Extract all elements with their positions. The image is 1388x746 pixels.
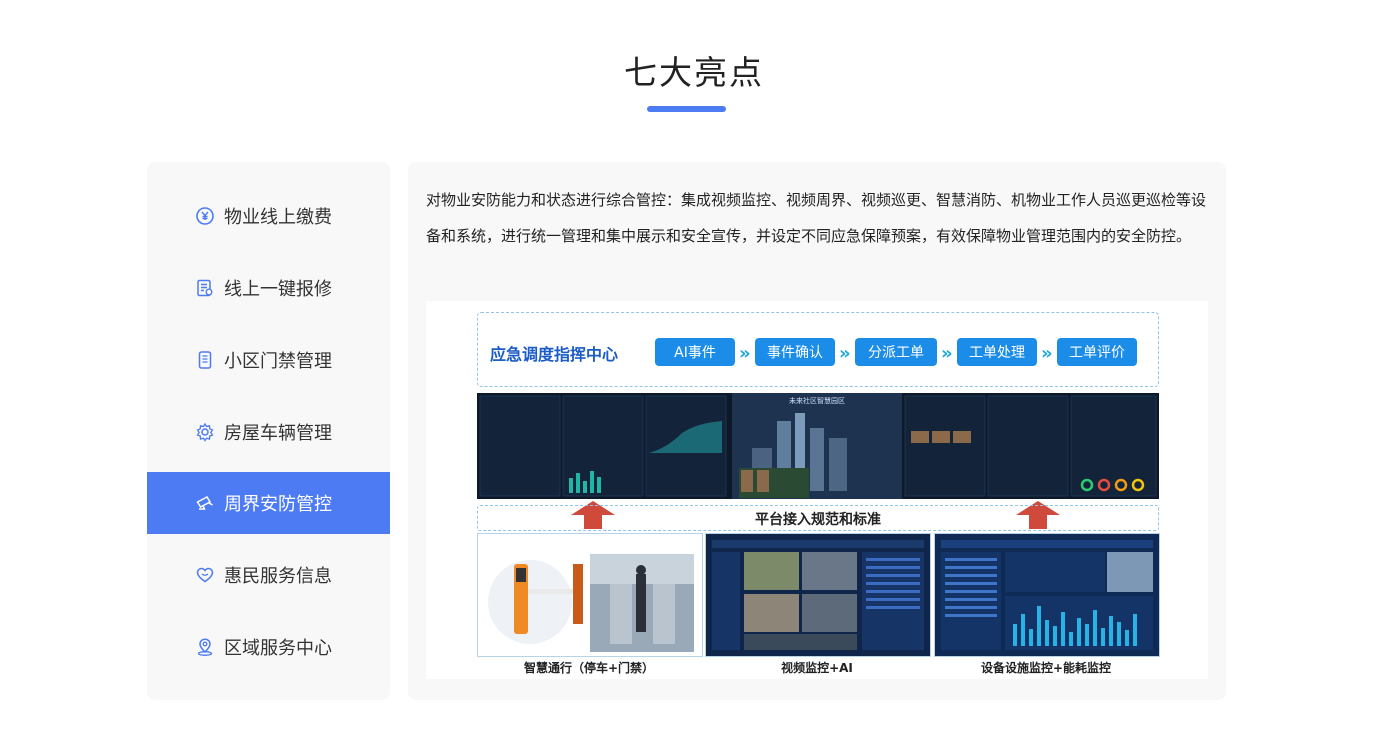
- sidebar-item-online-repair[interactable]: 线上一键报修: [147, 257, 390, 319]
- chevron-right-icon: »: [941, 343, 953, 364]
- step-order-review: 工单评价: [1057, 338, 1137, 366]
- sidebar-item-service-center[interactable]: 区域服务中心: [147, 616, 390, 678]
- step-dispatch-order: 分派工单: [855, 338, 937, 366]
- sidebar-item-label: 物业线上缴费: [224, 207, 332, 228]
- sidebar-item-access-control[interactable]: 小区门禁管理: [147, 329, 390, 391]
- location-pin-icon: [195, 637, 215, 657]
- heart-chat-icon: [195, 565, 215, 585]
- chevron-right-icon: »: [839, 343, 851, 364]
- section-title: 七大亮点: [624, 53, 764, 92]
- gear-icon: [195, 422, 215, 442]
- sidebar-item-label: 小区门禁管理: [224, 351, 332, 372]
- panel-caption: 设备设施监控+能耗监控: [980, 661, 1112, 675]
- panel-caption: 视频监控+AI: [781, 661, 853, 675]
- feature-content: 对物业安防能力和状态进行综合管控：集成视频监控、视频周界、视频巡更、智慧消防、机…: [408, 162, 1226, 700]
- sidebar-item-service-info[interactable]: 惠民服务信息: [147, 544, 390, 606]
- command-center-title: 应急调度指挥中心: [490, 345, 619, 364]
- feature-sidebar: 物业线上缴费 线上一键报修 小区门禁管理 房屋车辆管理 周界安防管控 惠民服务信…: [147, 162, 390, 700]
- panel-video-ai: [705, 533, 931, 657]
- platform-standard-label: 平台接入规范和标准: [755, 512, 881, 528]
- sidebar-item-label: 周界安防管控: [224, 494, 332, 515]
- panel-caption: 智慧通行（停车+门禁）: [523, 661, 655, 675]
- chevron-right-icon: »: [1041, 343, 1053, 364]
- command-center-box: 应急调度指挥中心 AI事件 » 事件确认 » 分派工单 » 工单处理 » 工单评…: [477, 312, 1159, 387]
- dashboard-screenshot: 未来社区智慧园区: [477, 393, 1159, 499]
- sidebar-item-label: 区域服务中心: [224, 638, 332, 659]
- sidebar-item-label: 房屋车辆管理: [224, 423, 332, 444]
- chevron-right-icon: »: [739, 343, 751, 364]
- panel-smart-access: [477, 533, 703, 657]
- step-event-confirm: 事件确认: [755, 338, 835, 366]
- sidebar-item-label: 线上一键报修: [224, 279, 332, 300]
- yen-circle-icon: [195, 206, 215, 226]
- step-ai-event: AI事件: [655, 338, 735, 366]
- title-underline: [647, 106, 726, 112]
- sidebar-item-property-payment[interactable]: 物业线上缴费: [147, 185, 390, 247]
- camera-icon: [195, 493, 215, 513]
- platform-standard-box: 平台接入规范和标准: [477, 505, 1159, 531]
- architecture-diagram: 应急调度指挥中心 AI事件 » 事件确认 » 分派工单 » 工单处理 » 工单评…: [426, 301, 1208, 679]
- sidebar-item-house-vehicle[interactable]: 房屋车辆管理: [147, 401, 390, 463]
- feature-description: 对物业安防能力和状态进行综合管控：集成视频监控、视频周界、视频巡更、智慧消防、机…: [426, 191, 1207, 245]
- panel-equipment-energy: [934, 533, 1160, 657]
- step-order-handling: 工单处理: [957, 338, 1037, 366]
- dashboard-title: 未来社区智慧园区: [789, 396, 845, 405]
- sidebar-item-perimeter-security[interactable]: 周界安防管控: [147, 472, 390, 534]
- sidebar-item-label: 惠民服务信息: [224, 566, 332, 587]
- repair-form-icon: [195, 278, 215, 298]
- access-card-icon: [195, 350, 215, 370]
